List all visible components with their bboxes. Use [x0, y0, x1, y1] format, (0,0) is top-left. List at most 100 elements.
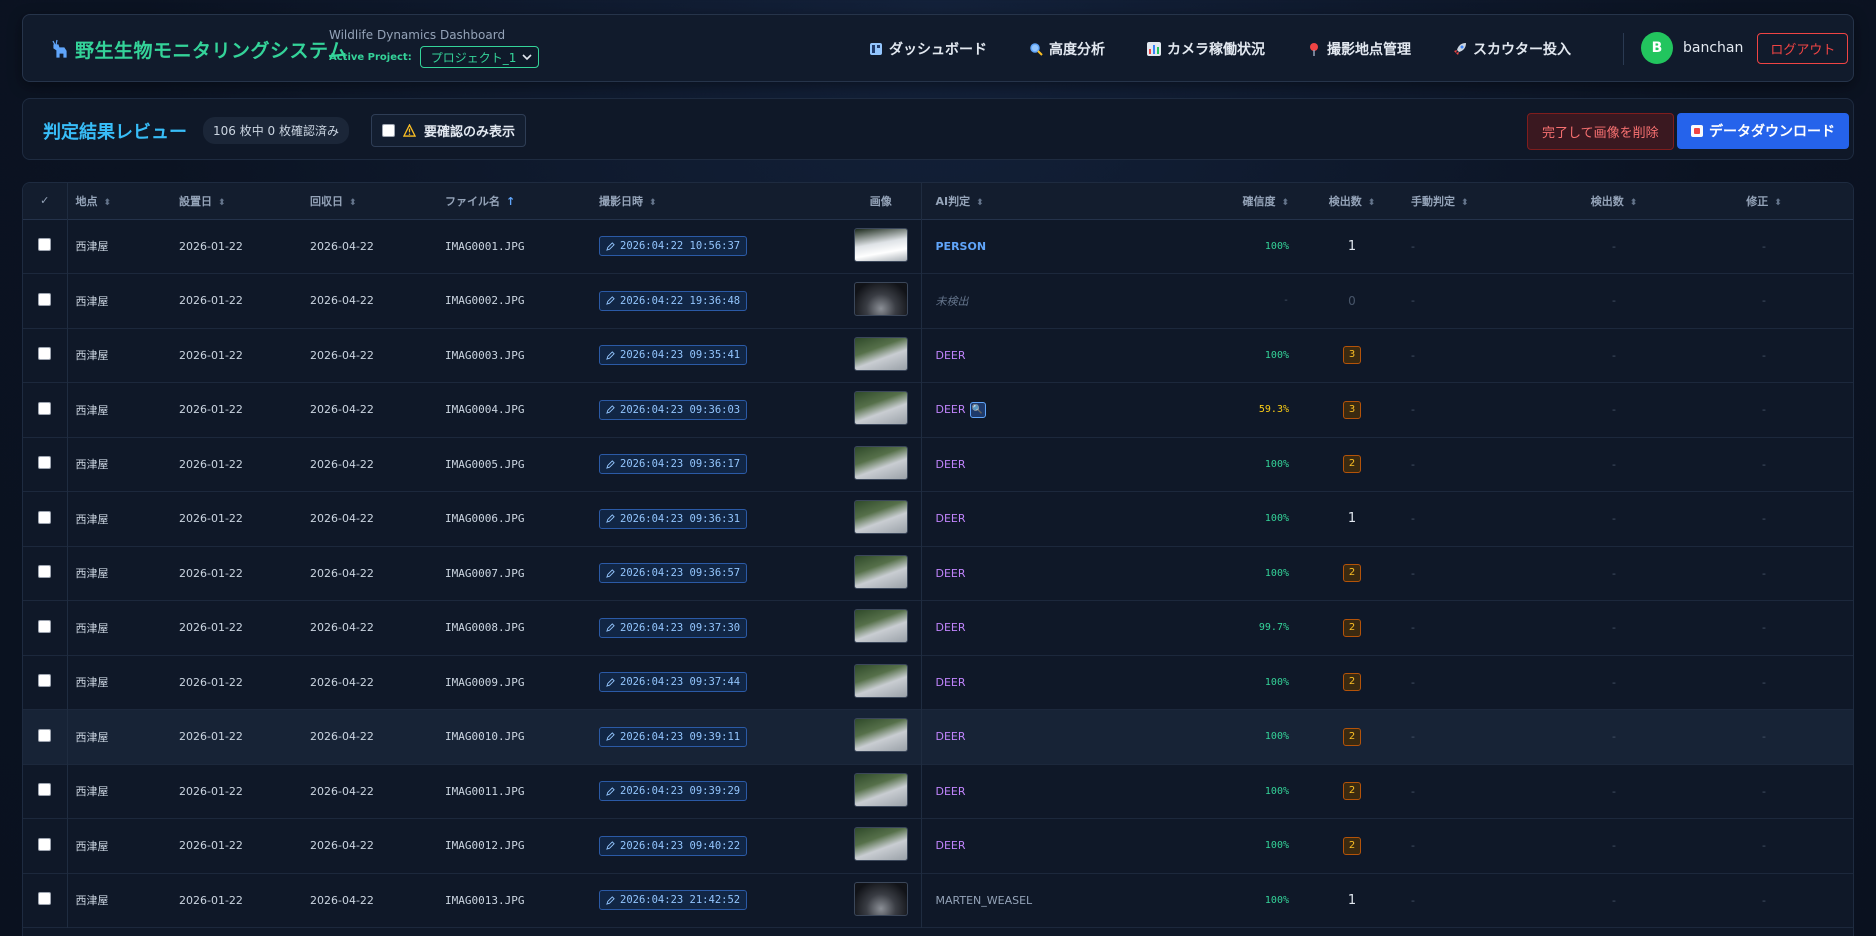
image-thumbnail[interactable]	[853, 881, 908, 916]
cell-manual[interactable]: -	[1397, 274, 1555, 329]
image-thumbnail[interactable]	[853, 336, 908, 371]
row-checkbox[interactable]	[38, 837, 52, 851]
col-confidence[interactable]: 確信度 ⬍	[1189, 183, 1307, 219]
col-detections[interactable]: 検出数 ⬍	[1307, 183, 1397, 219]
cell-fix[interactable]: -	[1673, 655, 1853, 710]
edit-timestamp-button[interactable]: 2026:04:23 09:35:41	[599, 345, 748, 366]
row-checkbox[interactable]	[38, 892, 52, 906]
cell-manual-detections[interactable]: -	[1555, 492, 1673, 547]
row-checkbox[interactable]	[38, 565, 52, 579]
cell-fix[interactable]: -	[1673, 328, 1853, 383]
project-select[interactable]: プロジェクト_1	[419, 46, 540, 68]
edit-timestamp-button[interactable]: 2026:04:22 19:36:48	[599, 290, 748, 311]
image-thumbnail[interactable]	[853, 227, 908, 262]
needs-review-checkbox[interactable]	[382, 124, 395, 137]
logout-button[interactable]: ログアウト	[1757, 32, 1849, 64]
table-row[interactable]: 西津屋 2026-01-22 2026-04-22 IMAG0008.JPG 2026:…	[23, 600, 1853, 656]
cell-manual[interactable]: -	[1397, 437, 1555, 492]
nav-location-management[interactable]: 撮影地点管理	[1307, 39, 1411, 59]
table-row[interactable]: 西津屋 2026-01-22 2026-04-22 IMAG0001.JPG 2026:…	[23, 219, 1853, 274]
cell-manual-detections[interactable]: -	[1555, 274, 1673, 329]
cell-manual-detections[interactable]: -	[1555, 764, 1673, 819]
image-thumbnail[interactable]	[853, 500, 908, 535]
image-thumbnail[interactable]	[853, 609, 908, 644]
avatar[interactable]: B	[1641, 32, 1673, 64]
cell-fix[interactable]: -	[1673, 383, 1853, 438]
cell-manual[interactable]: -	[1397, 328, 1555, 383]
row-checkbox[interactable]	[38, 456, 52, 470]
cell-manual-detections[interactable]: -	[1555, 546, 1673, 601]
cell-manual[interactable]: -	[1397, 383, 1555, 438]
col-install-date[interactable]: 設置日 ⬍	[171, 183, 302, 219]
table-row[interactable]: 西津屋 2026-01-22 2026-04-22 IMAG0004.JPG 2026:…	[23, 382, 1853, 438]
edit-timestamp-button[interactable]: 2026:04:22 10:56:37	[599, 236, 748, 257]
row-checkbox[interactable]	[38, 510, 52, 524]
cell-manual-detections[interactable]: -	[1555, 873, 1673, 928]
cell-fix[interactable]: -	[1673, 274, 1853, 329]
cell-manual-detections[interactable]: -	[1555, 219, 1673, 274]
cell-manual-detections[interactable]: -	[1555, 437, 1673, 492]
edit-timestamp-button[interactable]: 2026:04:23 09:37:44	[599, 672, 748, 693]
magnifier-icon[interactable]: 🔍	[969, 401, 986, 418]
col-filename[interactable]: ファイル名 ↑	[437, 183, 591, 219]
nav-advanced-analysis[interactable]: 高度分析	[1029, 39, 1105, 59]
edit-timestamp-button[interactable]: 2026:04:23 21:42:52	[599, 890, 748, 911]
image-thumbnail[interactable]	[853, 663, 908, 698]
cell-manual[interactable]: -	[1397, 819, 1555, 874]
image-thumbnail[interactable]	[853, 282, 908, 317]
brand[interactable]: 野生生物モニタリングシステム	[49, 36, 347, 63]
image-thumbnail[interactable]	[853, 391, 908, 426]
needs-review-filter[interactable]: 要確認のみ表示	[371, 114, 527, 147]
row-checkbox[interactable]	[38, 674, 52, 688]
edit-timestamp-button[interactable]: 2026:04:23 09:36:57	[599, 563, 748, 584]
nav-scouter[interactable]: スカウター投入	[1453, 39, 1571, 59]
finish-and-delete-button[interactable]: 完了して画像を削除	[1527, 113, 1674, 150]
edit-timestamp-button[interactable]: 2026:04:23 09:36:03	[599, 399, 748, 420]
image-thumbnail[interactable]	[853, 827, 908, 862]
cell-fix[interactable]: -	[1673, 601, 1853, 656]
cell-manual[interactable]: -	[1397, 764, 1555, 819]
col-manual[interactable]: 手動判定 ⬍	[1397, 183, 1555, 219]
row-checkbox[interactable]	[38, 238, 52, 252]
cell-manual[interactable]: -	[1397, 655, 1555, 710]
nav-dashboard[interactable]: ダッシュボード	[869, 39, 987, 59]
row-checkbox[interactable]	[38, 619, 52, 633]
row-checkbox[interactable]	[38, 728, 52, 742]
edit-timestamp-button[interactable]: 2026:04:23 09:40:22	[599, 835, 748, 856]
cell-fix[interactable]: -	[1673, 219, 1853, 274]
table-row[interactable]: 西津屋 2026-01-22 2026-04-22 IMAG0013.JPG 2026:…	[23, 873, 1853, 928]
cell-manual[interactable]: -	[1397, 546, 1555, 601]
table-row[interactable]: 西津屋 2026-01-22 2026-04-22 IMAG0003.JPG 2026:…	[23, 328, 1853, 383]
edit-timestamp-button[interactable]: 2026:04:23 09:37:30	[599, 617, 748, 638]
edit-timestamp-button[interactable]: 2026:04:23 09:39:29	[599, 781, 748, 802]
cell-manual[interactable]: -	[1397, 492, 1555, 547]
image-thumbnail[interactable]	[853, 772, 908, 807]
row-checkbox[interactable]	[38, 347, 52, 361]
table-row[interactable]: 西津屋 2026-01-22 2026-04-22 IMAG0009.JPG 2026:…	[23, 655, 1853, 710]
image-thumbnail[interactable]	[853, 445, 908, 480]
row-checkbox[interactable]	[38, 783, 52, 797]
cell-manual[interactable]: -	[1397, 219, 1555, 274]
col-manual-detections[interactable]: 検出数 ⬍	[1555, 183, 1673, 219]
row-checkbox[interactable]	[38, 401, 52, 415]
table-row[interactable]: 西津屋 2026-01-22 2026-04-22 IMAG0002.JPG 2026:…	[23, 273, 1853, 329]
cell-manual-detections[interactable]: -	[1555, 328, 1673, 383]
cell-manual[interactable]: -	[1397, 873, 1555, 928]
cell-fix[interactable]: -	[1673, 764, 1853, 819]
image-thumbnail[interactable]	[853, 554, 908, 589]
col-collect-date[interactable]: 回収日 ⬍	[302, 183, 437, 219]
select-all-header[interactable]: ✓	[23, 183, 68, 219]
row-checkbox[interactable]	[38, 292, 52, 306]
col-location[interactable]: 地点 ⬍	[67, 183, 171, 219]
col-fix[interactable]: 修正 ⬍	[1673, 183, 1853, 219]
edit-timestamp-button[interactable]: 2026:04:23 09:36:17	[599, 454, 748, 475]
nav-camera-status[interactable]: カメラ稼働状況	[1147, 39, 1265, 59]
cell-manual[interactable]: -	[1397, 601, 1555, 656]
cell-manual-detections[interactable]: -	[1555, 655, 1673, 710]
cell-fix[interactable]: -	[1673, 819, 1853, 874]
data-download-button[interactable]: データダウンロード	[1677, 113, 1849, 149]
cell-manual-detections[interactable]: -	[1555, 819, 1673, 874]
edit-timestamp-button[interactable]: 2026:04:23 09:39:11	[599, 726, 748, 747]
col-shot-time[interactable]: 撮影日時 ⬍	[591, 183, 841, 219]
cell-manual-detections[interactable]: -	[1555, 710, 1673, 765]
